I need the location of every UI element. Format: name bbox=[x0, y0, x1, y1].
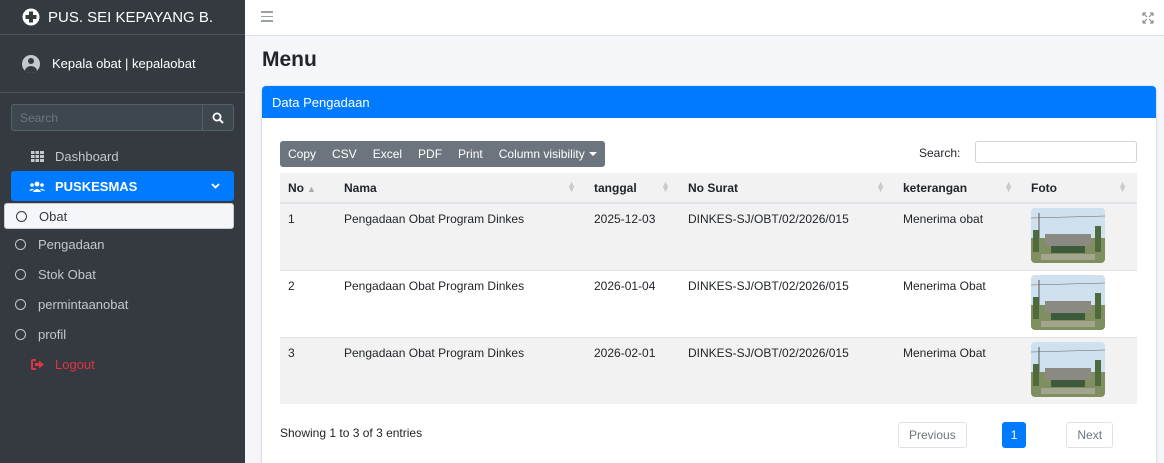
brand[interactable]: PUS. SEI KEPAYANG B. bbox=[0, 0, 245, 35]
circle-icon bbox=[13, 210, 29, 222]
sort-asc-icon: ▲ bbox=[307, 183, 316, 194]
nav-profil-label: profil bbox=[38, 326, 67, 342]
cell-keterangan: Menerima obat bbox=[895, 202, 1023, 270]
brand-logo-icon bbox=[22, 8, 40, 26]
cell-no-surat: DINKES-SJ/OBT/02/2026/015 bbox=[680, 269, 895, 337]
nav-permintaanobat-label: permintaanobat bbox=[38, 296, 129, 312]
sort-icon: ▲ ▼ bbox=[1004, 179, 1013, 194]
cell-foto bbox=[1023, 202, 1137, 270]
cell-keterangan: Menerima Obat bbox=[895, 336, 1023, 404]
cell-nama: Pengadaan Obat Program Dinkes bbox=[336, 202, 586, 270]
user-panel[interactable]: Kepala obat | kepalaobat bbox=[0, 35, 245, 93]
cell-foto bbox=[1023, 269, 1137, 337]
nav-puskesmas[interactable]: PUSKESMAS bbox=[11, 171, 234, 201]
sidebar-search-button[interactable] bbox=[202, 104, 234, 131]
copy-button[interactable]: Copy bbox=[280, 141, 324, 167]
csv-button[interactable]: CSV bbox=[324, 141, 365, 167]
cell-tanggal: 2025-12-03 bbox=[586, 202, 680, 270]
table-info: Showing 1 to 3 of 3 entries bbox=[280, 426, 423, 440]
cell-no-surat: DINKES-SJ/OBT/02/2026/015 bbox=[680, 336, 895, 404]
excel-button[interactable]: Excel bbox=[365, 141, 410, 167]
brand-name: PUS. SEI KEPAYANG B. bbox=[48, 8, 214, 26]
user-name: Kepala obat | kepalaobat bbox=[52, 56, 196, 71]
col-header-tanggal[interactable]: tanggal ▲ ▼ bbox=[586, 173, 680, 204]
pdf-button[interactable]: PDF bbox=[410, 141, 450, 167]
nav-pengadaan[interactable]: Pengadaan bbox=[4, 229, 234, 259]
circle-icon bbox=[12, 298, 28, 310]
table-row[interactable]: 1 Pengadaan Obat Program Dinkes 2025-12-… bbox=[280, 202, 1137, 270]
chevron-down-icon bbox=[211, 183, 220, 189]
previous-button[interactable]: Previous bbox=[898, 422, 967, 448]
next-button[interactable]: Next bbox=[1066, 422, 1114, 448]
search-icon bbox=[212, 112, 224, 124]
nav-logout-label: Logout bbox=[55, 356, 95, 372]
nav-puskesmas-label: PUSKESMAS bbox=[55, 178, 138, 194]
print-button[interactable]: Print bbox=[450, 141, 491, 167]
nav-dashboard-label: Dashboard bbox=[55, 148, 119, 164]
nav-obat-label: Obat bbox=[39, 208, 68, 224]
sort-icon: ▲ ▼ bbox=[567, 179, 576, 194]
sidebar-search bbox=[11, 104, 234, 131]
column-visibility-label: Column visibility bbox=[498, 147, 585, 161]
nav-stok-obat-label: Stok Obat bbox=[38, 266, 96, 282]
pagination: Previous 1 Next bbox=[894, 422, 1114, 448]
data-card: Data Pengadaan Copy CSV Excel PDF Print … bbox=[262, 86, 1156, 463]
hamburger-menu-icon[interactable] bbox=[261, 11, 273, 25]
photo-thumbnail[interactable] bbox=[1031, 341, 1105, 397]
sort-icon: ▲ ▼ bbox=[1118, 179, 1127, 194]
caret-down-icon bbox=[588, 152, 597, 156]
cell-no: 1 bbox=[280, 202, 336, 270]
circle-icon bbox=[12, 268, 28, 280]
users-icon bbox=[29, 181, 45, 192]
cell-no-surat: DINKES-SJ/OBT/02/2026/015 bbox=[680, 202, 895, 270]
page-1-button[interactable]: 1 bbox=[1001, 422, 1027, 448]
cell-foto bbox=[1023, 336, 1137, 404]
cell-no: 2 bbox=[280, 269, 336, 337]
cell-no: 3 bbox=[280, 336, 336, 404]
topbar bbox=[245, 0, 1164, 36]
nav-obat[interactable]: Obat bbox=[4, 203, 234, 229]
table-row[interactable]: 3 Pengadaan Obat Program Dinkes 2026-02-… bbox=[280, 336, 1137, 404]
sidebar: PUS. SEI KEPAYANG B. Kepala obat | kepal… bbox=[0, 0, 245, 463]
col-header-keterangan[interactable]: keterangan ▲ ▼ bbox=[895, 173, 1023, 204]
photo-thumbnail[interactable] bbox=[1031, 208, 1105, 263]
col-header-no[interactable]: No ▲ bbox=[280, 173, 336, 204]
col-header-no-surat[interactable]: No Surat ▲ ▼ bbox=[680, 173, 895, 204]
export-button-group: Copy CSV Excel PDF Print Column visibili… bbox=[280, 141, 605, 167]
page-title: Menu bbox=[262, 48, 317, 71]
cell-keterangan: Menerima Obat bbox=[895, 269, 1023, 337]
circle-icon bbox=[12, 238, 28, 250]
table-icon bbox=[29, 150, 45, 162]
cell-tanggal: 2026-02-01 bbox=[586, 336, 680, 404]
circle-icon bbox=[12, 328, 28, 340]
sign-out-icon bbox=[29, 358, 45, 370]
table-search-input[interactable] bbox=[975, 141, 1137, 163]
nav-stok-obat[interactable]: Stok Obat bbox=[4, 259, 234, 289]
data-table: No ▲ Nama ▲ ▼ tanggal ▲ ▼ No Surat ▲ ▼ keterang… bbox=[280, 173, 1137, 404]
nav-logout[interactable]: Logout bbox=[11, 349, 234, 379]
column-visibility-button[interactable]: Column visibility bbox=[491, 141, 605, 167]
cell-nama: Pengadaan Obat Program Dinkes bbox=[336, 336, 586, 404]
nav-permintaanobat[interactable]: permintaanobat bbox=[4, 289, 234, 319]
card-header: Data Pengadaan bbox=[262, 86, 1156, 118]
photo-thumbnail[interactable] bbox=[1031, 274, 1105, 330]
col-header-nama[interactable]: Nama ▲ ▼ bbox=[336, 173, 586, 204]
nav-profil[interactable]: profil bbox=[4, 319, 234, 349]
sidebar-search-input[interactable] bbox=[11, 104, 202, 131]
cell-tanggal: 2026-01-04 bbox=[586, 269, 680, 337]
col-header-foto[interactable]: Foto ▲ ▼ bbox=[1023, 173, 1137, 204]
table-header-row: No ▲ Nama ▲ ▼ tanggal ▲ ▼ No Surat ▲ ▼ keterang… bbox=[280, 173, 1137, 204]
user-avatar-icon bbox=[22, 54, 40, 73]
sort-icon: ▲ ▼ bbox=[661, 179, 670, 194]
sort-icon: ▲ ▼ bbox=[876, 179, 885, 194]
nav-dashboard[interactable]: Dashboard bbox=[11, 141, 234, 171]
nav-pengadaan-label: Pengadaan bbox=[38, 236, 105, 252]
fullscreen-icon[interactable] bbox=[1142, 11, 1154, 27]
table-search-label: Search: bbox=[919, 146, 961, 160]
table-row[interactable]: 2 Pengadaan Obat Program Dinkes 2026-01-… bbox=[280, 269, 1137, 337]
cell-nama: Pengadaan Obat Program Dinkes bbox=[336, 269, 586, 337]
